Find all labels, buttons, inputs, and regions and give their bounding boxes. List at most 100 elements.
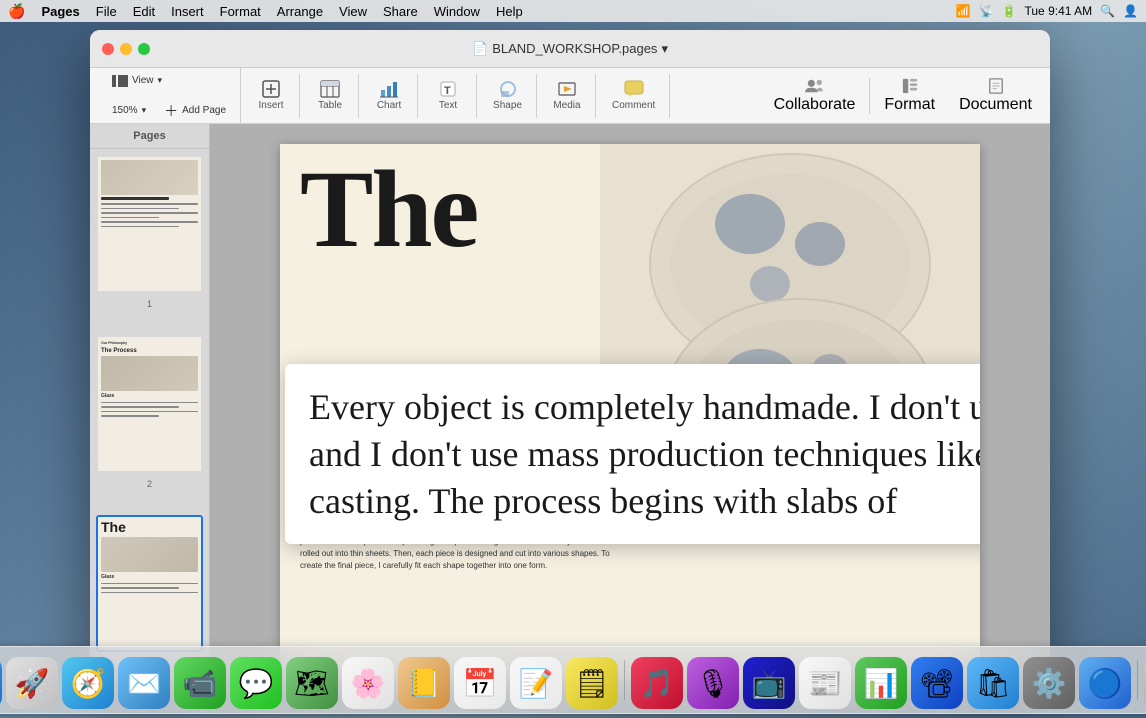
dock-separator: [624, 660, 625, 700]
page-thumbnail-wrapper-2: Our Philosophy The Process Glaze 2: [90, 329, 209, 489]
dock-music[interactable]: 🎵: [631, 657, 683, 709]
toolbar-shape-group: Shape: [479, 74, 537, 118]
toolbar-right: Collaborate Format Docume: [764, 74, 1042, 118]
title-chevron-icon[interactable]: ▾: [661, 41, 668, 57]
text-icon: T: [439, 80, 457, 98]
user-icon[interactable]: 👤: [1123, 4, 1138, 18]
title-bar-center: 📄 BLAND_WORKSHOP.pages ▾: [472, 41, 668, 57]
format-panel-icon: [901, 78, 919, 94]
zoom-label: 150%: [112, 105, 138, 116]
shape-button[interactable]: Shape: [485, 74, 530, 118]
dock-separator-2: [1137, 660, 1138, 700]
zoom-chevron: ▾: [142, 105, 147, 116]
chart-button[interactable]: Chart: [367, 74, 411, 118]
text-button[interactable]: T Text: [426, 74, 470, 118]
menubar-share[interactable]: Share: [375, 0, 426, 22]
menubar: 🍎 Pages File Edit Insert Format Arrange …: [0, 0, 1146, 22]
text-tooltip-popup[interactable]: Every object is completely handmade. I d…: [285, 364, 980, 544]
dock-podcasts[interactable]: 🎙: [687, 657, 739, 709]
menubar-time: Tue 9:41 AM: [1025, 4, 1093, 18]
dock-systemprefs[interactable]: ⚙️: [1023, 657, 1075, 709]
menubar-pages[interactable]: Pages: [33, 0, 87, 22]
document-page[interactable]: The: [280, 144, 980, 680]
add-page-button[interactable]: ＋ Add Page: [156, 97, 234, 125]
view-label: View: [132, 75, 154, 86]
page-thumbnail-wrapper-1: 1: [90, 149, 209, 309]
page-1-preview: [98, 157, 201, 291]
menubar-help[interactable]: Help: [488, 0, 531, 22]
dock-maps[interactable]: 🗺: [286, 657, 338, 709]
collaborate-button[interactable]: Collaborate: [764, 74, 866, 118]
pages-doc-icon: 📄: [472, 41, 488, 57]
insert-label: Insert: [259, 100, 284, 111]
canvas-area: The: [210, 124, 1050, 680]
minimize-button[interactable]: [120, 43, 132, 55]
document-title: BLAND_WORKSHOP.pages: [492, 41, 657, 56]
dock-reminders[interactable]: 📝: [510, 657, 562, 709]
dock-finder[interactable]: 🗂: [0, 657, 2, 709]
menubar-edit[interactable]: Edit: [125, 0, 163, 22]
dock-messages[interactable]: 💬: [230, 657, 282, 709]
menubar-file[interactable]: File: [88, 0, 125, 22]
view-button[interactable]: View ▾: [104, 67, 170, 95]
table-label: Table: [318, 100, 342, 111]
tooltip-content: Every object is completely handmade. I d…: [309, 384, 980, 524]
dock-tv[interactable]: 📺: [743, 657, 795, 709]
page-1-number: 1: [90, 299, 209, 309]
comment-button[interactable]: Comment: [604, 74, 663, 118]
toolbar-text-group: T Text: [420, 74, 477, 118]
text-label: Text: [439, 100, 457, 111]
dock-calendar[interactable]: 📅: [454, 657, 506, 709]
battery-icon: 🔋: [1002, 4, 1017, 18]
traffic-lights: [102, 43, 150, 55]
media-button[interactable]: Media: [545, 74, 589, 118]
document-panel-icon: [987, 78, 1005, 94]
dock: 🗂 🚀 🧭 ✉️ 📹 💬 🗺 🌸 📒 📅 📝 🗒 🎵 🎙 📺 📰 📊 📽 🛍 ⚙…: [0, 646, 1146, 714]
dock-keynote[interactable]: 📽: [911, 657, 963, 709]
add-page-label: Add Page: [182, 105, 226, 116]
menubar-view[interactable]: View: [331, 0, 375, 22]
insert-button[interactable]: Insert: [249, 74, 293, 118]
page-2-preview: Our Philosophy The Process Glaze: [98, 337, 201, 471]
page-thumbnail-wrapper-3: The Glaze 3: [90, 509, 209, 669]
dock-facetime[interactable]: 📹: [174, 657, 226, 709]
dock-news[interactable]: 📰: [799, 657, 851, 709]
format-panel-button[interactable]: Format: [874, 74, 945, 118]
wifi-icon: 📶: [956, 4, 971, 18]
maximize-button[interactable]: [138, 43, 150, 55]
zoom-button[interactable]: 150% ▾: [104, 97, 154, 125]
toolbar-divider: [869, 78, 870, 114]
pages-app-window: 📄 BLAND_WORKSHOP.pages ▾ View ▾: [90, 30, 1050, 680]
page-thumbnail-3[interactable]: The Glaze: [96, 515, 203, 653]
toolbar-table-group: Table: [302, 74, 359, 118]
toolbar-view-group: View ▾ 150% ▾ ＋ Add Page: [98, 67, 241, 125]
toolbar-insert-group: Insert: [243, 74, 300, 118]
document-panel-button[interactable]: Document: [949, 74, 1042, 118]
dock-mail[interactable]: ✉️: [118, 657, 170, 709]
dock-numbers[interactable]: 📊: [855, 657, 907, 709]
menubar-insert[interactable]: Insert: [163, 0, 212, 22]
media-label: Media: [553, 100, 580, 111]
menubar-format[interactable]: Format: [212, 0, 269, 22]
chart-icon: [379, 80, 399, 98]
page-thumbnail-1[interactable]: [96, 155, 203, 293]
dock-finder2[interactable]: 🔵: [1079, 657, 1131, 709]
close-button[interactable]: [102, 43, 114, 55]
menubar-window[interactable]: Window: [426, 0, 488, 22]
dock-appstore[interactable]: 🛍: [967, 657, 1019, 709]
menubar-arrange[interactable]: Arrange: [269, 0, 331, 22]
spotlight-icon[interactable]: 🔍: [1100, 4, 1115, 18]
page-thumbnail-2[interactable]: Our Philosophy The Process Glaze: [96, 335, 203, 473]
dock-launchpad[interactable]: 🚀: [6, 657, 58, 709]
view-icon: [112, 75, 128, 87]
page-2-number: 2: [90, 479, 209, 489]
shape-icon: [499, 80, 517, 98]
view-chevron: ▾: [158, 75, 163, 86]
dock-contacts[interactable]: 📒: [398, 657, 450, 709]
dock-safari[interactable]: 🧭: [62, 657, 114, 709]
dock-notes[interactable]: 🗒: [566, 657, 618, 709]
dock-photos[interactable]: 🌸: [342, 657, 394, 709]
media-icon: [558, 80, 576, 98]
table-button[interactable]: Table: [308, 74, 352, 118]
apple-menu-icon[interactable]: 🍎: [8, 3, 25, 20]
